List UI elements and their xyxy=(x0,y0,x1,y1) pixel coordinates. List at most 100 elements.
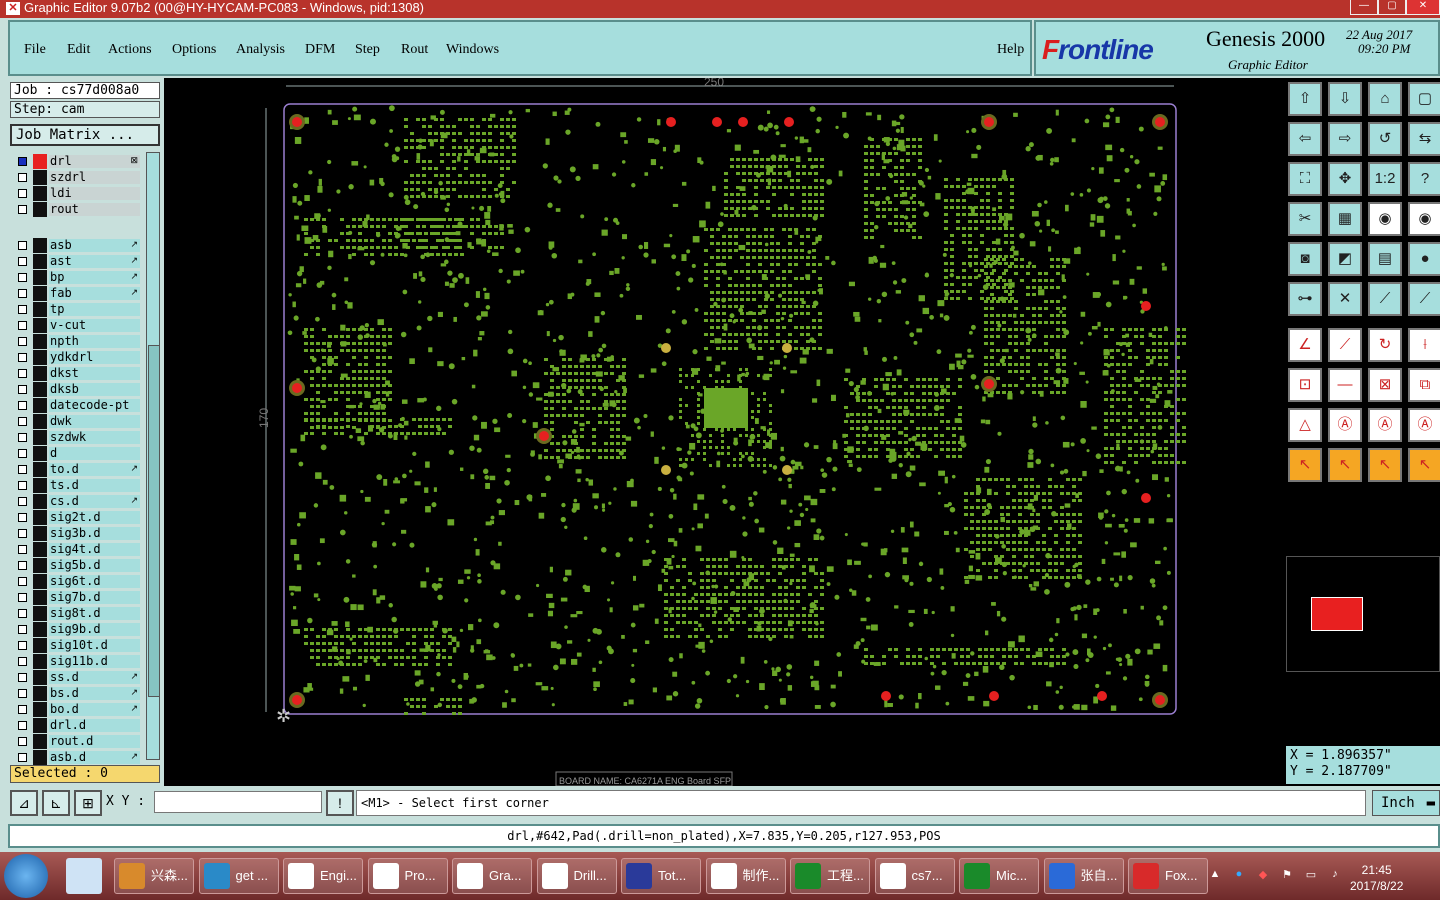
layer-checkbox[interactable] xyxy=(18,241,27,250)
cross-icon[interactable]: ✕ xyxy=(1328,282,1362,316)
layer-color-swatch[interactable] xyxy=(33,494,47,509)
layer-checkbox[interactable] xyxy=(18,753,27,762)
layer-name[interactable]: ss.d xyxy=(49,671,140,684)
tray-flag-icon[interactable]: ⚑ xyxy=(1280,868,1294,882)
layer-color-swatch[interactable] xyxy=(33,606,47,621)
layer-checkbox[interactable] xyxy=(18,305,27,314)
layer-name[interactable]: ldi xyxy=(49,187,140,200)
layer-row-szdwk[interactable]: szdwk xyxy=(12,430,140,445)
layer-checkbox[interactable] xyxy=(18,273,27,282)
layer-name[interactable]: datecode-pt xyxy=(49,399,140,412)
overview-viewport[interactable] xyxy=(1311,597,1363,631)
layer-color-swatch[interactable] xyxy=(33,382,47,397)
window-icon[interactable]: ▢ xyxy=(1408,82,1440,116)
exclaim-button[interactable]: ! xyxy=(326,790,354,816)
taskbar-item[interactable]: Drill... xyxy=(536,858,617,894)
layer-name[interactable]: ast xyxy=(49,255,140,268)
box-icon[interactable]: ⊠ xyxy=(1368,368,1402,402)
layer-row-sig3b-d[interactable]: sig3b.d xyxy=(12,526,140,541)
layer-name[interactable]: bs.d xyxy=(49,687,140,700)
layer-color-swatch[interactable] xyxy=(33,638,47,653)
layer-color-swatch[interactable] xyxy=(33,238,47,253)
arc-icon[interactable]: ↻ xyxy=(1368,328,1402,362)
layer-name[interactable]: ts.d xyxy=(49,479,140,492)
graphic-canvas[interactable]: 250 170 BOARD NAME: CA6271A ENG Board SF… xyxy=(164,78,1284,786)
layer-checkbox[interactable] xyxy=(18,641,27,650)
layer-row-rout[interactable]: rout xyxy=(12,202,140,217)
layer-color-swatch[interactable] xyxy=(33,186,47,201)
layer-checkbox[interactable] xyxy=(18,593,27,602)
layer-name[interactable]: tp xyxy=(49,303,140,316)
unit-select[interactable]: Inch ▬ xyxy=(1372,790,1440,816)
taskbar-clock[interactable]: 21:45 2017/8/22 xyxy=(1350,862,1403,894)
feature-icon[interactable]: ⊡ xyxy=(1288,368,1322,402)
prev-icon[interactable]: ⇦ xyxy=(1288,122,1322,156)
line-icon[interactable]: ⟋ xyxy=(1408,282,1440,316)
tray-app-icon[interactable]: ◆ xyxy=(1256,868,1270,882)
triangle-icon[interactable]: △ xyxy=(1288,408,1322,442)
maximize-button[interactable]: ▢ xyxy=(1378,0,1406,15)
help-icon[interactable]: ? xyxy=(1408,162,1440,196)
layer-checkbox[interactable] xyxy=(18,369,27,378)
xy-input[interactable] xyxy=(154,791,322,813)
layer-color-swatch[interactable] xyxy=(33,430,47,445)
menu-edit[interactable]: Edit xyxy=(67,42,90,58)
calculator-icon[interactable] xyxy=(66,858,102,894)
menu-analysis[interactable]: Analysis xyxy=(236,42,285,58)
layer-checkbox[interactable] xyxy=(18,433,27,442)
layer-row-sig11b-d[interactable]: sig11b.d xyxy=(12,654,140,669)
scroll-thumb[interactable] xyxy=(148,345,160,697)
tray-network-icon[interactable]: ● xyxy=(1232,868,1246,882)
layer-name[interactable]: sig5b.d xyxy=(49,559,140,572)
layer-row-sig10t-d[interactable]: sig10t.d xyxy=(12,638,140,653)
zoom-area-icon[interactable]: ⊿ xyxy=(10,790,38,816)
edit-icon[interactable]: ◩ xyxy=(1328,242,1362,276)
taskbar-item[interactable]: cs7... xyxy=(874,858,955,894)
layer-row-tp[interactable]: tp xyxy=(12,302,140,317)
angle-icon[interactable]: ∠ xyxy=(1288,328,1322,362)
layer-checkbox[interactable] xyxy=(18,353,27,362)
ruler-icon[interactable]: ▤ xyxy=(1368,242,1402,276)
layer-color-swatch[interactable] xyxy=(33,254,47,269)
layer-row-sig9b-d[interactable]: sig9b.d xyxy=(12,622,140,637)
menu-file[interactable]: File xyxy=(24,42,46,58)
layer-name[interactable]: sig8t.d xyxy=(49,607,140,620)
layer-row-ydkdrl[interactable]: ydkdrl xyxy=(12,350,140,365)
layer-checkbox[interactable] xyxy=(18,321,27,330)
layer-checkbox[interactable] xyxy=(18,513,27,522)
layer-checkbox[interactable] xyxy=(18,417,27,426)
layer-name[interactable]: to.d xyxy=(49,463,140,476)
layer-checkbox[interactable] xyxy=(18,705,27,714)
layer-name[interactable]: sig3b.d xyxy=(49,527,140,540)
select-icon[interactable]: ↖ xyxy=(1328,448,1362,482)
layer-color-swatch[interactable] xyxy=(33,350,47,365)
layer-row-npth[interactable]: npth xyxy=(12,334,140,349)
layer-row-ts-d[interactable]: ts.d xyxy=(12,478,140,493)
layer-checkbox[interactable] xyxy=(18,481,27,490)
cut-icon[interactable]: ✂ xyxy=(1288,202,1322,236)
snap-icon[interactable]: ◙ xyxy=(1288,242,1322,276)
layer-checkbox[interactable] xyxy=(18,449,27,458)
layer-icon[interactable]: ◉ xyxy=(1368,202,1402,236)
menu-rout[interactable]: Rout xyxy=(401,42,428,58)
layer-checkbox[interactable] xyxy=(18,545,27,554)
minimize-button[interactable]: — xyxy=(1350,0,1378,15)
layer-row-bs-d[interactable]: bs.d ↗ xyxy=(12,686,140,701)
layer-name[interactable]: sig7b.d xyxy=(49,591,140,604)
layer-row-sig2t-d[interactable]: sig2t.d xyxy=(12,510,140,525)
layer-color-swatch[interactable] xyxy=(33,686,47,701)
pad-icon[interactable]: ● xyxy=(1408,242,1440,276)
layer-name[interactable]: sig11b.d xyxy=(49,655,140,668)
line-icon[interactable]: ⟋ xyxy=(1368,282,1402,316)
next-icon[interactable]: ⇨ xyxy=(1328,122,1362,156)
minus-icon[interactable]: — xyxy=(1328,368,1362,402)
job-matrix-button[interactable]: Job Matrix ... xyxy=(10,124,160,146)
select-icon[interactable]: ↖ xyxy=(1408,448,1440,482)
text-icon[interactable]: Ⓐ xyxy=(1368,408,1402,442)
layer-name[interactable]: drl xyxy=(49,155,140,168)
layer-color-swatch[interactable] xyxy=(33,170,47,185)
layer-row-ss-d[interactable]: ss.d ↗ xyxy=(12,670,140,685)
layer-row-dksb[interactable]: dksb xyxy=(12,382,140,397)
layer-checkbox[interactable] xyxy=(18,289,27,298)
menu-step[interactable]: Step xyxy=(355,42,380,58)
